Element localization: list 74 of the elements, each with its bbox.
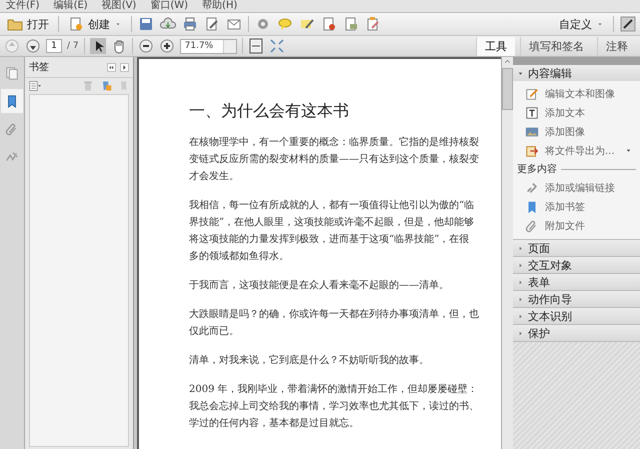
menu-item[interactable]: 帮助(H) — [202, 0, 238, 12]
tool-item[interactable]: 将文件导出为... — [513, 141, 640, 160]
settings-icon[interactable] — [255, 16, 271, 32]
document-heading: 一、为什么会有这本书 — [189, 101, 350, 122]
expand-caret-icon — [517, 278, 524, 286]
edit-icon — [525, 86, 539, 100]
document-paragraph: 2009 年，我刚毕业，带着满怀的激情开始工作，但却屡屡碰壁：我总会忘掉上司交给我的事情，学习效率也尤其低下，读过的书、学过的任何内容，基本都是过目就忘。 — [189, 382, 479, 431]
export-icon — [525, 144, 539, 158]
document-paragraph: 在核物理学中，有一个重要的概念：临界质量。它指的是维持核裂变链式反应所需的裂变材料的质量——只有达到这个质量，核裂变才会发生。 — [189, 136, 479, 184]
menu-item[interactable]: 编辑(E) — [54, 0, 88, 12]
panel-section-header[interactable]: 交互对象 — [513, 257, 640, 273]
subheading: 更多内容 — [517, 162, 557, 176]
panel-section-header[interactable]: 页面 — [513, 240, 640, 256]
cursor-icon[interactable] — [90, 38, 106, 54]
bookmark-icon — [5, 94, 19, 108]
fit-page-icon[interactable] — [248, 38, 264, 54]
tab[interactable]: 注释 — [597, 36, 636, 56]
paperclip-icon — [5, 122, 19, 136]
new-bookmark-icon[interactable] — [100, 80, 112, 92]
open-button[interactable]: 打开 — [4, 15, 52, 33]
document-icon[interactable] — [68, 16, 84, 32]
tool-item[interactable]: 添加文本 — [513, 103, 640, 122]
collapse-icon[interactable] — [107, 62, 116, 72]
comment-icon[interactable] — [277, 16, 293, 32]
expand-caret-icon — [517, 312, 524, 320]
panel-section-header[interactable]: 内容编辑 — [513, 65, 640, 81]
document-icon[interactable] — [321, 16, 337, 32]
pages-icon — [5, 66, 19, 80]
edit-form-icon[interactable] — [365, 16, 381, 32]
text-icon — [525, 106, 539, 120]
expand-icon[interactable] — [620, 16, 636, 32]
tab[interactable]: 工具 — [476, 36, 515, 56]
caret-icon — [625, 147, 632, 154]
tool-item[interactable]: 附加文件 — [513, 216, 640, 235]
tool-item[interactable]: 编辑文本和图像 — [513, 84, 640, 103]
options-icon[interactable] — [28, 80, 42, 92]
save-icon[interactable] — [138, 16, 154, 32]
document-paragraph: 清单，对我来说，它到底是什么？不妨听听我的故事。 — [189, 354, 430, 368]
collapse-caret-icon — [517, 70, 524, 76]
zoom-field[interactable]: 71.7% — [180, 38, 237, 54]
tab[interactable]: 填写和签名 — [520, 36, 592, 56]
panel-section-header[interactable]: 文本识别 — [513, 308, 640, 324]
panel-title: 书签 — [29, 60, 50, 74]
tool-item[interactable]: 添加书签 — [513, 197, 640, 216]
tool-item[interactable]: 添加图像 — [513, 122, 640, 141]
print-icon[interactable] — [182, 16, 198, 32]
panel-section-header[interactable]: 保护 — [513, 325, 640, 341]
expand-panel-icon[interactable] — [120, 62, 129, 72]
side-panel-button[interactable] — [1, 89, 23, 113]
edit-page-icon[interactable] — [204, 16, 220, 32]
zoom-out-icon[interactable] — [138, 38, 154, 54]
page-count: / 7 — [67, 41, 79, 51]
customize-button[interactable]: 自定义 — [556, 16, 607, 32]
full-screen-icon[interactable] — [268, 38, 285, 54]
create-button[interactable]: 创建 — [65, 15, 125, 33]
expand-caret-icon — [517, 330, 524, 336]
expand-caret-icon — [517, 244, 524, 252]
document-paragraph: 我相信，每一位有所成就的人，都有一项值得让他引以为傲的“临界技能”，在他人眼里，这项技能或许毫不起眼，但是，他却能够将这项技能的力量发挥到极致，进而基于这项“临界技能”，在很多的领域都如鱼得水。 — [189, 198, 476, 264]
expand-caret-icon — [517, 262, 524, 268]
image-icon — [525, 124, 539, 138]
signature-icon — [5, 150, 19, 164]
document-paragraph: 大跌眼睛是吗？的确，你或许每一天都在列待办事项清单，但，也仅此而已。 — [189, 308, 479, 339]
page-number-field[interactable]: 1 — [46, 39, 62, 53]
zoom-in-icon[interactable] — [158, 38, 175, 54]
scroll-thumb[interactable] — [502, 68, 513, 110]
panel-section-header[interactable]: 表单 — [513, 274, 640, 290]
document-paragraph: 于我而言，这项技能便是在众人看来毫不起眼的——清单。 — [189, 278, 450, 293]
stamp-icon[interactable] — [343, 16, 359, 32]
menu-item[interactable]: 视图(V) — [102, 0, 136, 12]
paperclip-icon — [525, 218, 539, 232]
expand-caret-icon — [517, 296, 524, 302]
tool-item[interactable]: 添加或编辑链接 — [513, 178, 640, 197]
panel-section-header[interactable]: 动作向导 — [513, 291, 640, 307]
chain-link-icon — [525, 180, 539, 194]
